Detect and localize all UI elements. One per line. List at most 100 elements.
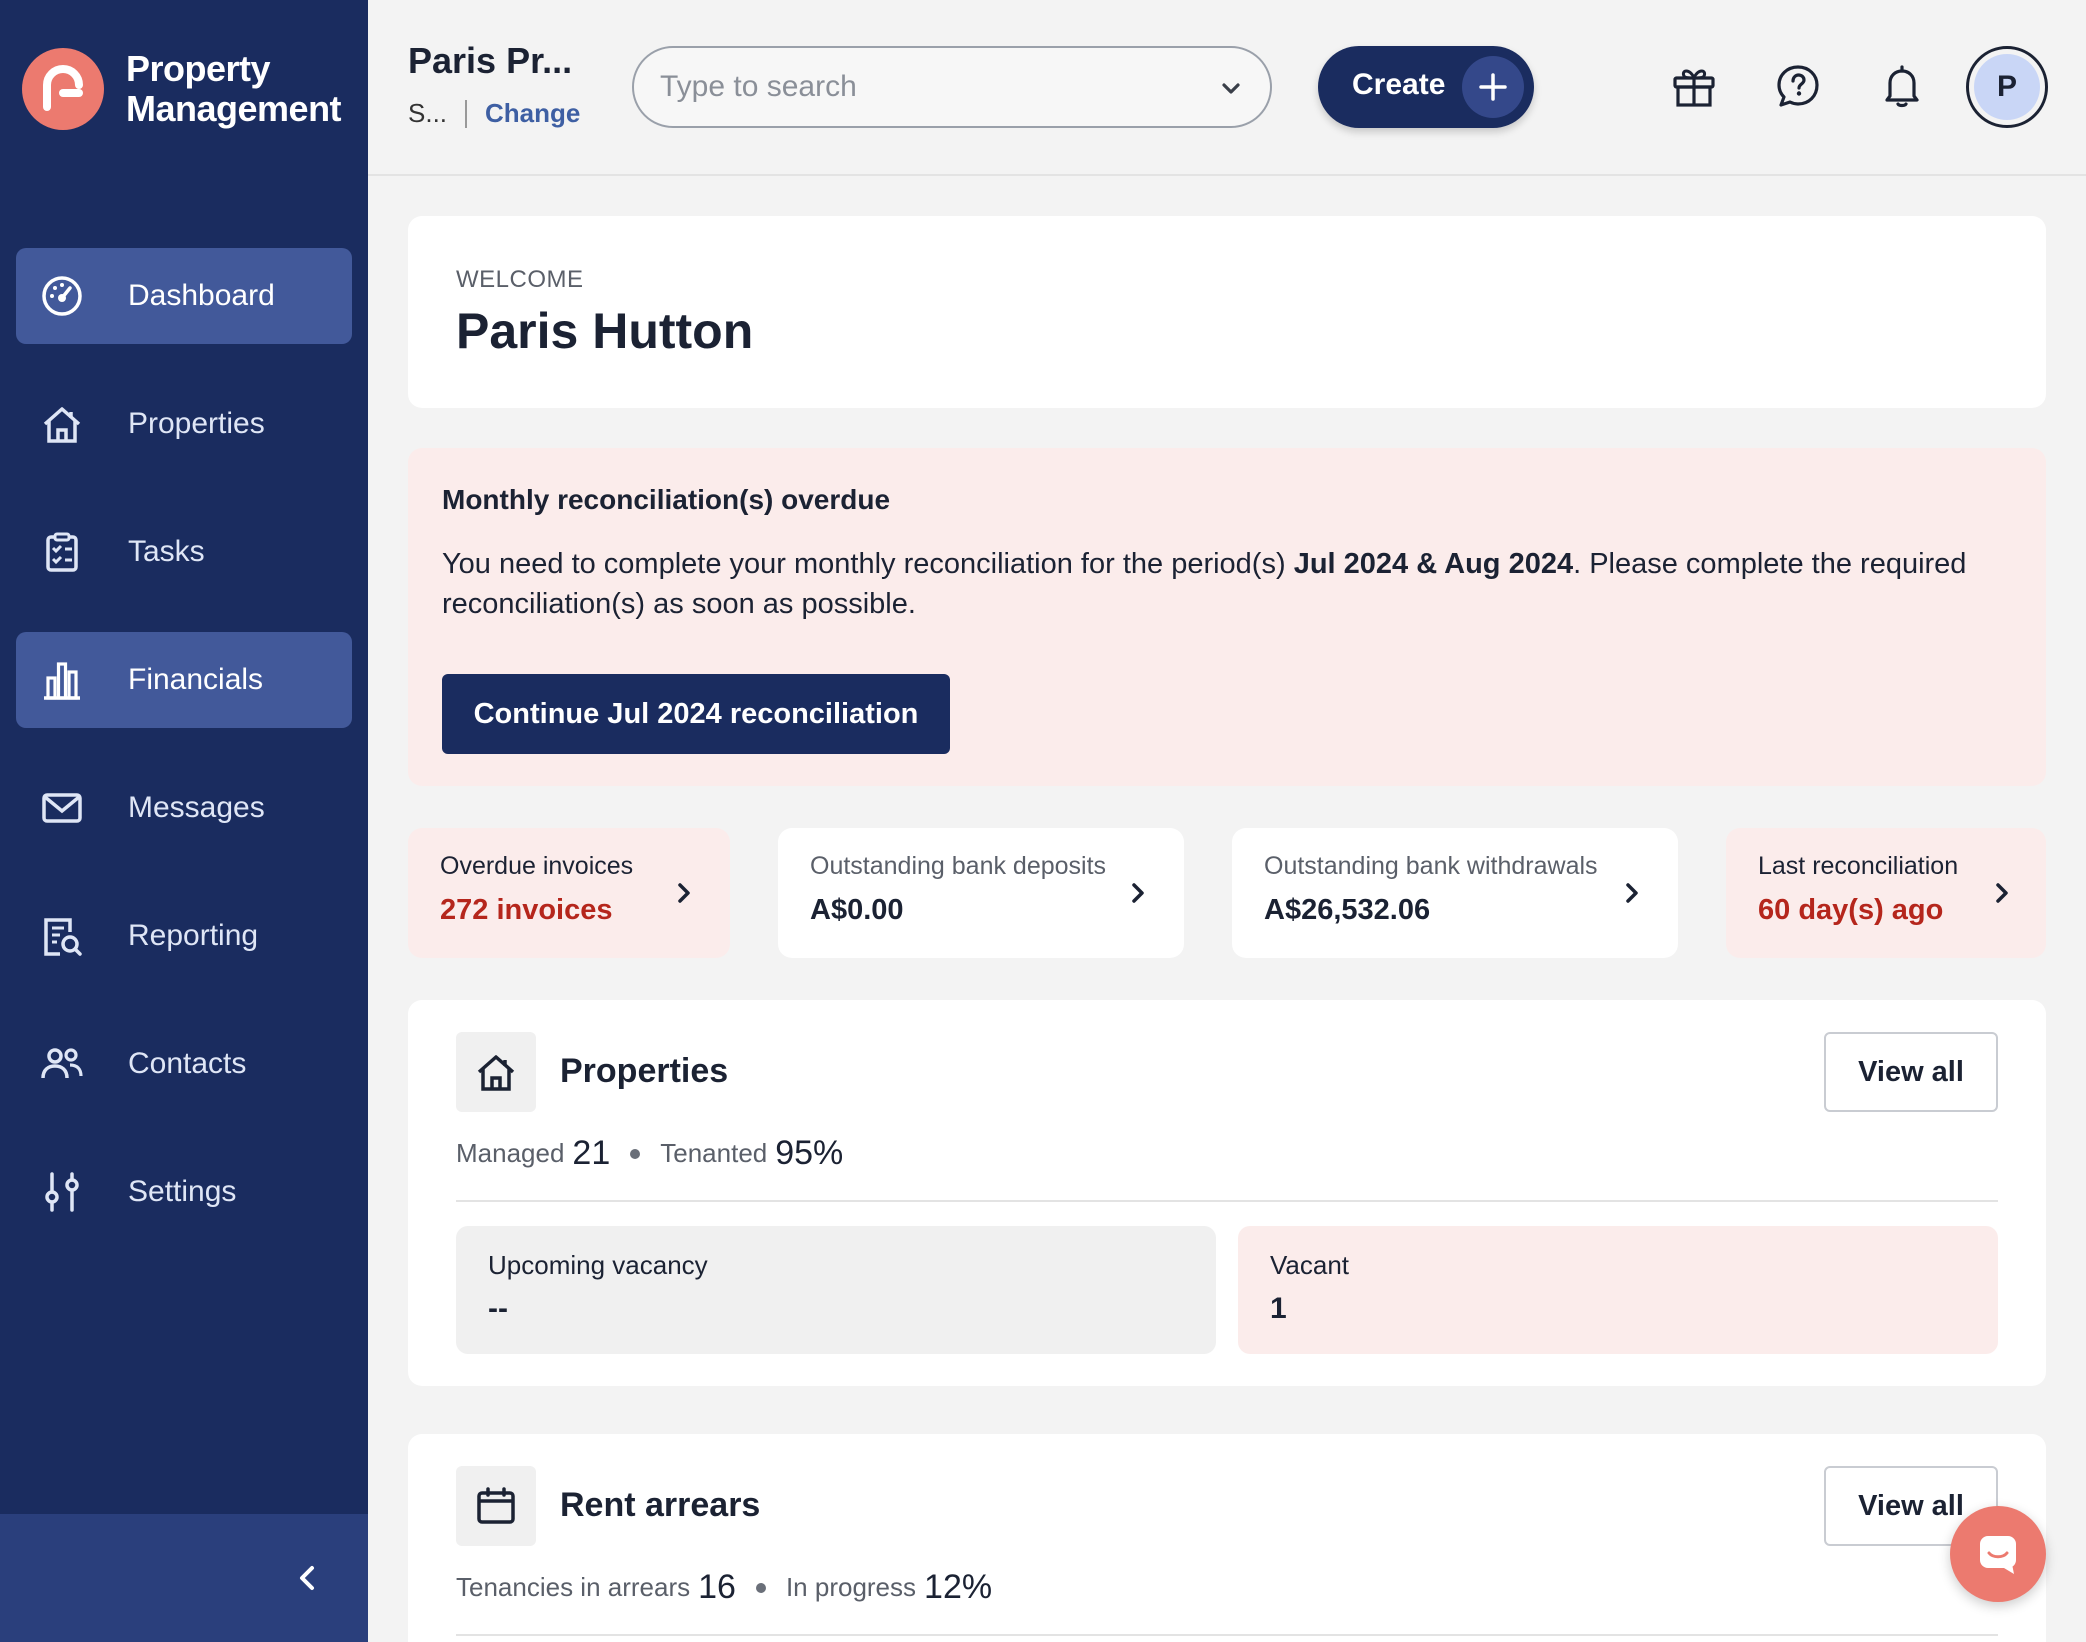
stat-value: A$0.00 [810,894,904,926]
sidebar-item-label: Properties [128,407,265,440]
avatar[interactable]: P [1966,46,2048,128]
sidebar-item-settings[interactable]: Settings [16,1144,352,1240]
stat-value: A$26,532.06 [1264,894,1431,926]
clipboard-list-icon [46,532,78,572]
sidebar-item-label: Reporting [128,919,259,952]
bar-chart-icon [44,662,80,700]
stat-label: Outstanding bank deposits [810,852,1107,880]
alert-title: Monthly reconciliation(s) overdue [442,484,891,515]
account-name: Paris Pr... [408,40,573,81]
dashboard-gauge-icon [42,276,82,316]
search-input[interactable]: Type to search [632,46,1272,128]
stat-value: 272 invoices [440,894,613,926]
sidebar-item-label: Contacts [128,1047,247,1080]
in-progress-label: In progress [785,1572,917,1602]
welcome-card: WELCOME Paris Hutton [408,216,2046,408]
sidebar-item-label: Messages [128,791,265,824]
page-title: Paris Hutton [456,303,754,359]
tenanted-value: 95% [775,1134,844,1172]
stat-card-overdue-invoices[interactable]: Overdue invoices 272 invoices [408,828,730,958]
rent-arrears-card: Rent arrears View all Tenancies in arrea… [408,1434,2046,1642]
alert-body-period: Jul 2024 & Aug 2024 [1293,548,1574,580]
report-search-icon [44,918,82,956]
create-button-label: Create [1352,68,1446,101]
sidebar-item-label: Financials [128,663,264,696]
properties-card: Properties View all Managed 21 Tenanted … [408,1000,2046,1386]
sidebar-item-financials[interactable]: Financials [16,632,352,728]
vacant-label: Vacant [1270,1250,1350,1280]
upcoming-vacancy-box: Upcoming vacancy -- [456,1226,1216,1354]
tenancies-label: Tenancies in arrears [456,1572,691,1602]
sidebar-footer [0,1514,368,1642]
sidebar-item-properties[interactable]: Properties [16,376,352,472]
continue-reconciliation-button[interactable]: Continue Jul 2024 reconciliation [442,674,950,754]
sidebar-item-label: Dashboard [128,279,275,312]
envelope-icon [42,793,82,823]
house-icon [43,407,81,443]
sidebar-item-contacts[interactable]: Contacts [16,1016,352,1112]
stat-label: Outstanding bank withdrawals [1264,852,1598,880]
brand[interactable]: Property Management [22,48,342,130]
stat-label: Overdue invoices [440,852,634,880]
help-icon[interactable] [1774,62,1822,110]
sidebar-item-tasks[interactable]: Tasks [16,504,352,600]
avatar-initial: P [1974,54,2040,120]
chevron-right-icon [1996,883,2008,903]
divider [465,99,468,128]
create-button[interactable]: Create [1318,46,1534,128]
chevron-right-icon [1626,883,1638,903]
managed-value: 21 [572,1134,611,1172]
arrears-summary: Tenancies in arrears 16 In progress 12% [456,1568,992,1607]
vacant-box: Vacant 1 [1238,1226,1998,1354]
bell-icon[interactable] [1878,62,1926,110]
chevron-right-icon [678,883,690,903]
chat-launcher-button[interactable] [1950,1506,2046,1602]
brand-logo-icon [22,48,104,130]
house-icon [456,1032,536,1112]
sidebar-item-label: Tasks [128,535,205,568]
stat-label: Last reconciliation [1758,852,1959,880]
stat-card-bank-withdrawals[interactable]: Outstanding bank withdrawals A$26,532.06 [1232,828,1678,958]
upcoming-vacancy-value: -- [488,1292,508,1325]
separator-dot [630,1148,641,1159]
calendar-icon [456,1466,536,1546]
tenanted-label: Tenanted [660,1138,768,1168]
section-title: Rent arrears [560,1486,761,1524]
search-placeholder: Type to search [660,70,857,103]
chevron-right-icon [1132,883,1144,903]
change-account-link[interactable]: Change [485,98,580,129]
in-progress-value: 12% [924,1568,993,1606]
sidebar: Property Management Dashboard Properties… [0,0,368,1642]
sliders-icon [45,1172,79,1212]
alert-body: You need to complete your monthly reconc… [442,544,2002,624]
plus-icon [1462,56,1524,118]
account-sub-label: S... [408,98,448,128]
sidebar-item-label: Settings [128,1175,237,1208]
sidebar-item-dashboard[interactable]: Dashboard [16,248,352,344]
account-switcher: S... Change [408,98,580,129]
managed-label: Managed [456,1138,565,1168]
divider [456,1200,1998,1202]
brand-line-2: Management [126,88,342,129]
vacant-value: 1 [1270,1292,1287,1325]
reconciliation-alert: Monthly reconciliation(s) overdue You ne… [408,448,2046,786]
chevron-left-icon[interactable] [290,1558,324,1598]
chat-icon [1980,1536,2016,1574]
upcoming-vacancy-label: Upcoming vacancy [488,1250,708,1280]
view-all-properties-button[interactable]: View all [1824,1032,1998,1112]
divider [456,1634,1998,1636]
alert-body-text: You need to complete your monthly reconc… [442,548,1294,580]
stat-card-last-reconciliation[interactable]: Last reconciliation 60 day(s) ago [1726,828,2046,958]
properties-summary: Managed 21 Tenanted 95% [456,1134,843,1173]
section-title: Properties [560,1052,729,1090]
tenancies-value: 16 [698,1568,736,1606]
users-icon [41,1048,83,1079]
welcome-kicker: WELCOME [456,266,584,293]
separator-dot [755,1582,766,1593]
brand-name: Property Management [126,49,342,129]
chevron-down-icon [1222,83,1240,94]
gift-icon[interactable] [1670,62,1718,110]
sidebar-item-reporting[interactable]: Reporting [16,888,352,984]
sidebar-item-messages[interactable]: Messages [16,760,352,856]
stat-card-bank-deposits[interactable]: Outstanding bank deposits A$0.00 [778,828,1184,958]
